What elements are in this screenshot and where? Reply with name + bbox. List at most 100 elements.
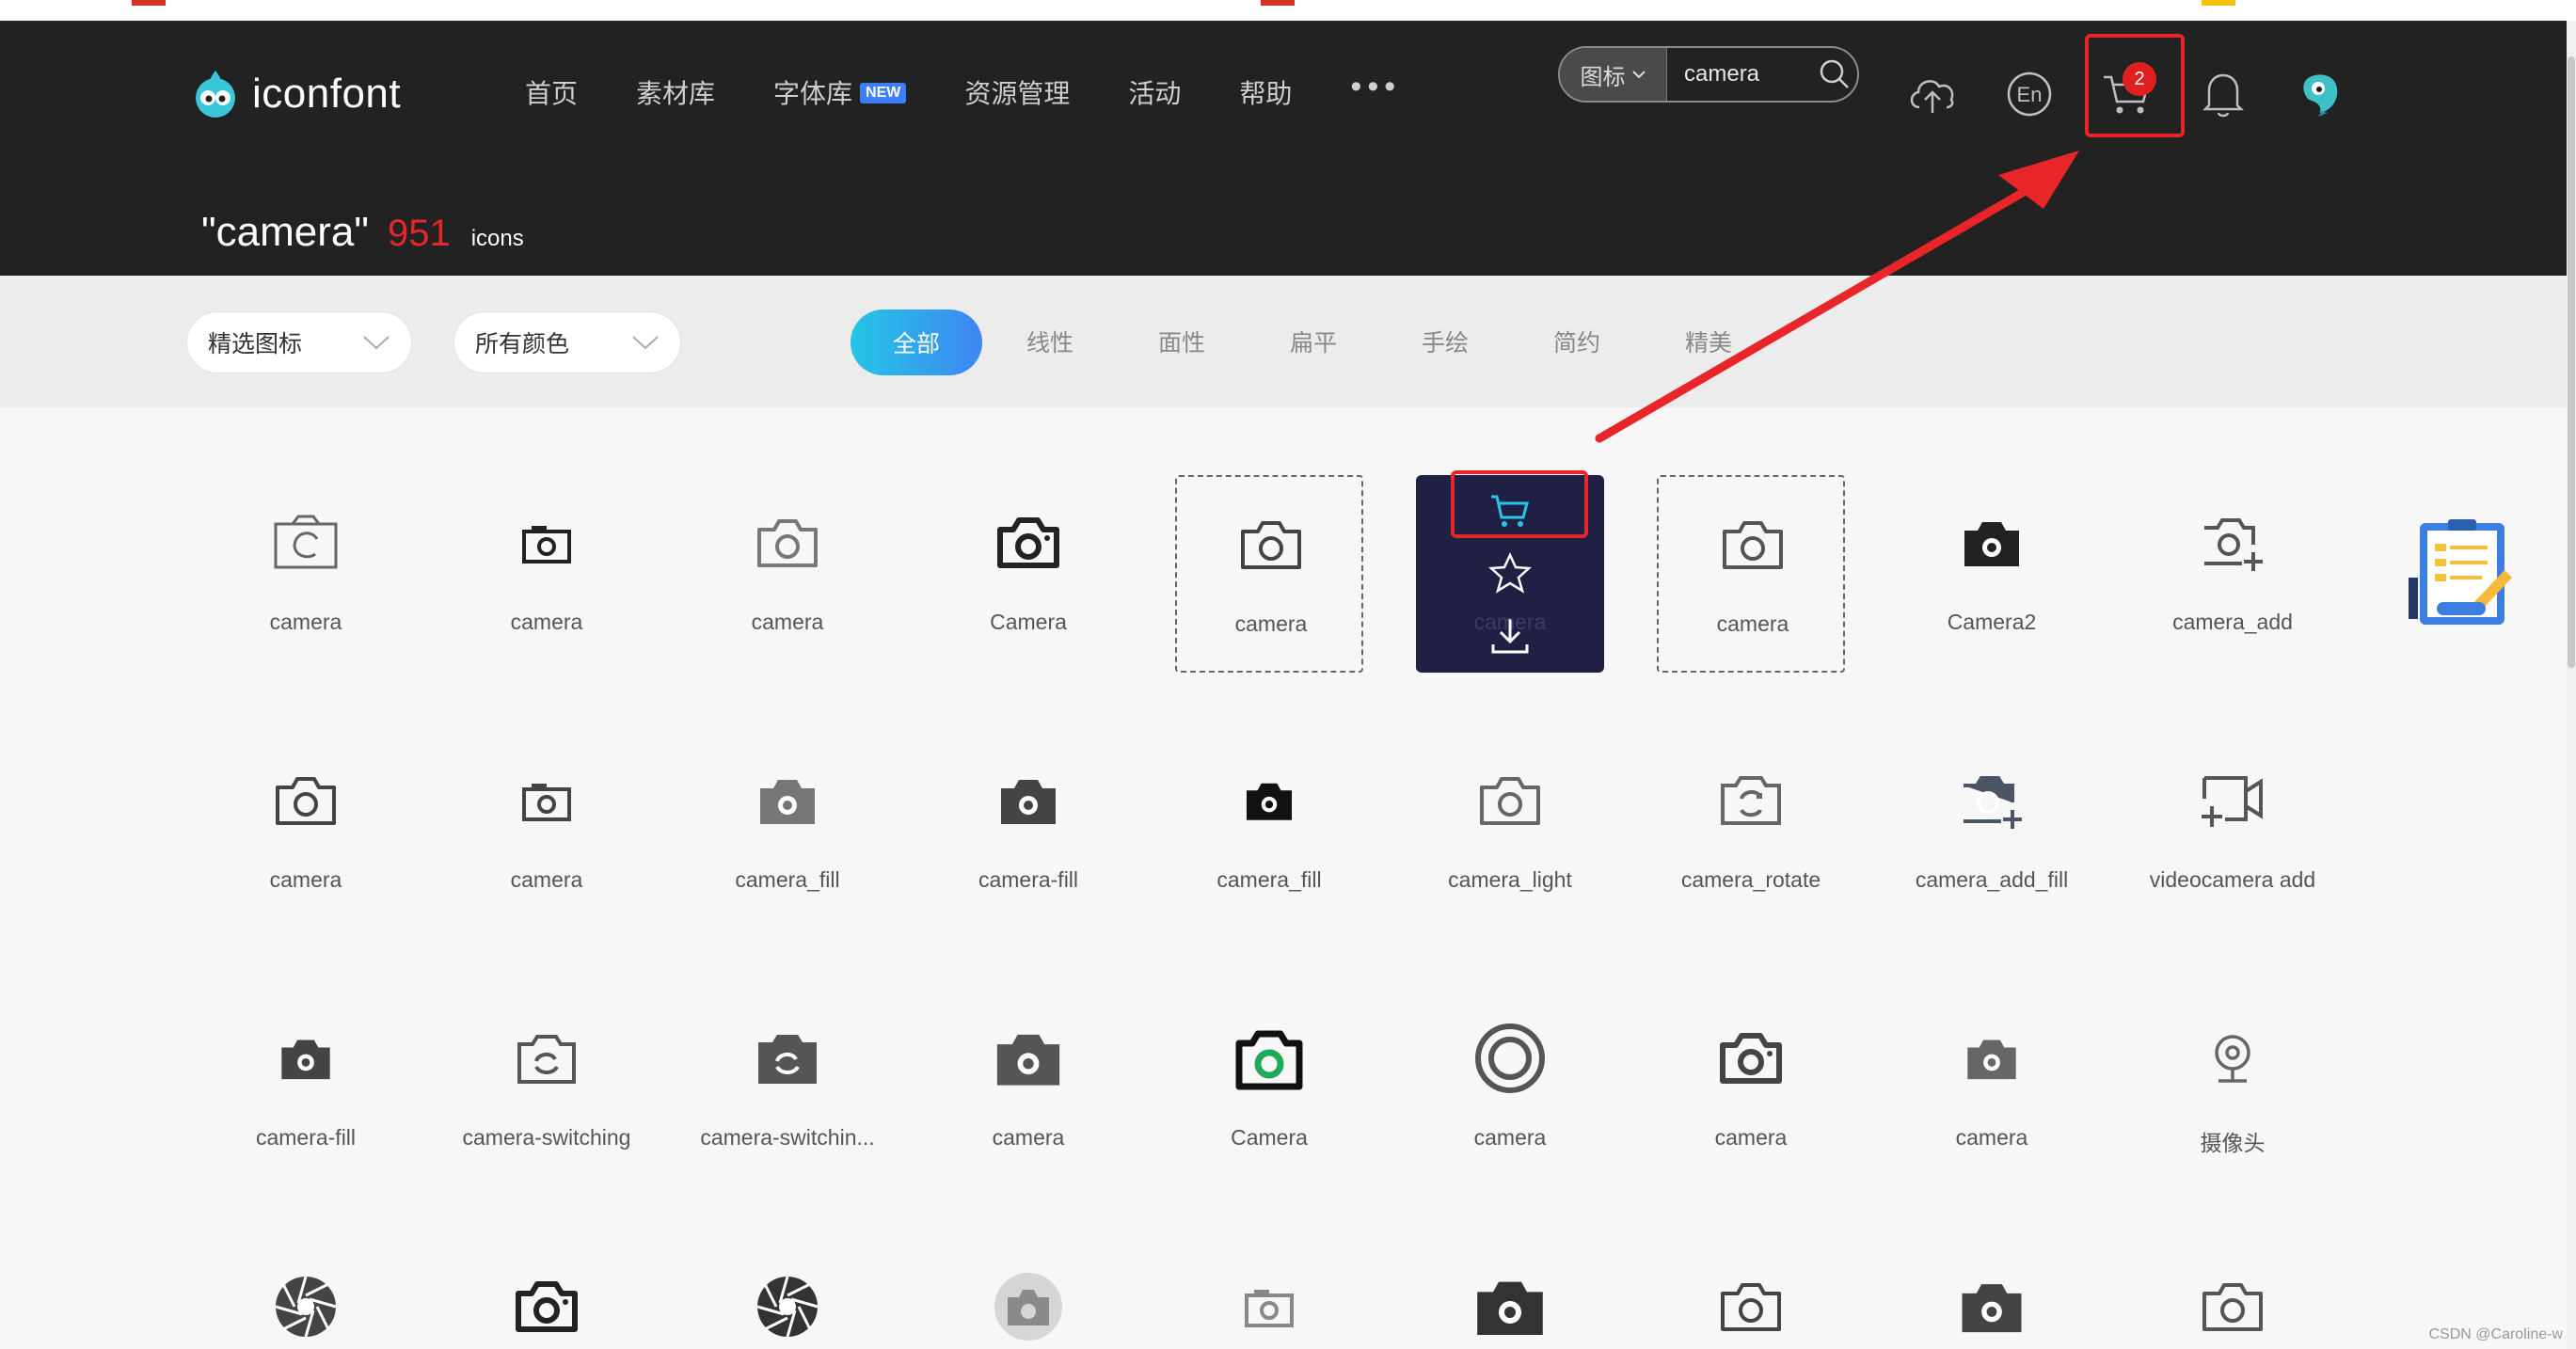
- search-type-select[interactable]: 图标: [1560, 48, 1667, 101]
- results-count: 951: [387, 213, 451, 254]
- icon-label: camera_add_fill: [1915, 867, 2069, 892]
- icon-card[interactable]: camera-fill: [934, 733, 1122, 930]
- icon-label: Camera: [990, 610, 1067, 634]
- icon-card[interactable]: camera: [1657, 991, 1845, 1188]
- upload-icon: [1910, 80, 1954, 113]
- camera-icon: [934, 498, 1122, 588]
- icon-label: camera_light: [1448, 867, 1572, 892]
- page: iconfont 首页 素材库 字体库 NEW 资源管理 活动 帮助 ••• 图标: [0, 0, 2576, 1349]
- icon-card[interactable]: camera_fill: [693, 733, 882, 930]
- nav-item-help[interactable]: 帮助: [1239, 73, 1292, 111]
- nav-item-activities[interactable]: 活动: [1128, 73, 1181, 111]
- icon-card[interactable]: camera: [1898, 991, 2086, 1188]
- camera-icon: [934, 1262, 1122, 1349]
- icon-card[interactable]: videocamera add: [2139, 733, 2327, 930]
- camera-icon: [1416, 755, 1604, 846]
- camera-icon: [453, 755, 641, 846]
- camera-icon: [1416, 1262, 1604, 1349]
- feedback-illustration[interactable]: [2407, 519, 2518, 630]
- icon-label: camera: [751, 610, 824, 634]
- icon-card[interactable]: camera_fill: [1175, 733, 1363, 930]
- icon-card[interactable]: [212, 1250, 400, 1349]
- icon-label: Camera: [1231, 1125, 1308, 1150]
- camera-icon: [1416, 1013, 1604, 1103]
- language-button[interactable]: En: [2003, 68, 2056, 120]
- camera-icon: [2139, 755, 2327, 846]
- icon-card[interactable]: [934, 1250, 1122, 1349]
- nav-item-materials[interactable]: 素材库: [636, 73, 715, 111]
- icon-card[interactable]: camera: [212, 733, 400, 930]
- icon-card[interactable]: [1175, 1250, 1363, 1349]
- style-tab-all[interactable]: 全部: [851, 309, 982, 375]
- icon-card[interactable]: camera_add_fill: [1898, 733, 2086, 930]
- icon-card[interactable]: [453, 1250, 641, 1349]
- watermark: CSDN @Caroline-w: [2428, 1326, 2564, 1342]
- icon-card[interactable]: camera: [453, 475, 641, 673]
- camera-icon: [693, 498, 882, 588]
- camera-icon: [453, 498, 641, 588]
- style-tab-flat[interactable]: 扁平: [1290, 325, 1337, 358]
- nav-more-button[interactable]: •••: [1350, 71, 1401, 103]
- add-to-cart-highlight-box: [1451, 470, 1588, 538]
- favorite-button[interactable]: [1416, 552, 1604, 594]
- icon-card[interactable]: camera_add: [2139, 475, 2327, 673]
- camera-icon: [1898, 1262, 2086, 1349]
- style-tab-exquisite[interactable]: 精美: [1685, 325, 1732, 358]
- camera-icon: [212, 755, 400, 846]
- style-tab-handdrawn[interactable]: 手绘: [1422, 325, 1469, 358]
- camera-icon: [1898, 1013, 2086, 1103]
- icon-card[interactable]: [693, 1250, 882, 1349]
- camera-icon: [453, 1013, 641, 1103]
- style-tab-filled[interactable]: 面性: [1158, 325, 1205, 358]
- icon-label: camera: [992, 1125, 1065, 1150]
- camera-icon: [212, 498, 400, 588]
- icon-card[interactable]: camera: [1657, 475, 1845, 673]
- icon-card[interactable]: camera: [453, 733, 641, 930]
- icon-card[interactable]: camera_rotate: [1657, 733, 1845, 930]
- icon-card[interactable]: Camera2: [1898, 475, 2086, 673]
- upload-button[interactable]: [1906, 68, 1959, 120]
- dropdown-label: 精选图标: [208, 331, 303, 357]
- icon-card[interactable]: camera-fill: [212, 991, 400, 1188]
- camera-icon: [212, 1262, 400, 1349]
- icon-card[interactable]: Camera: [1175, 991, 1363, 1188]
- nav-item-resources[interactable]: 资源管理: [964, 73, 1070, 111]
- icon-card[interactable]: camera_light: [1416, 733, 1604, 930]
- bell-icon: [2202, 73, 2244, 118]
- avatar[interactable]: [2294, 68, 2346, 120]
- nav-item-home[interactable]: 首页: [525, 73, 578, 111]
- dropdown-label: 所有颜色: [475, 331, 570, 357]
- search-input[interactable]: [1667, 61, 1812, 87]
- logo[interactable]: iconfont: [188, 64, 401, 124]
- nav-item-fonts-label: 字体库: [773, 79, 853, 108]
- icon-card[interactable]: camera-switching: [453, 991, 641, 1188]
- icon-card[interactable]: [1898, 1250, 2086, 1349]
- camera-icon: [453, 1262, 641, 1349]
- scrollbar-thumb[interactable]: [2568, 56, 2575, 668]
- camera-icon: [1898, 498, 2086, 588]
- color-dropdown[interactable]: 所有颜色: [453, 311, 681, 373]
- icon-card[interactable]: camera: [212, 475, 400, 673]
- style-tab-simple[interactable]: 简约: [1553, 325, 1600, 358]
- icon-card[interactable]: 摄像头: [2139, 991, 2327, 1188]
- icon-card[interactable]: Camera: [934, 475, 1122, 673]
- nav-item-fonts[interactable]: 字体库 NEW: [773, 73, 907, 111]
- icon-label: camera: [1473, 610, 1547, 634]
- main-nav: 首页 素材库 字体库 NEW 资源管理 活动 帮助 •••: [525, 71, 1401, 111]
- icon-card[interactable]: [1416, 1250, 1604, 1349]
- chevron-down-icon: [1631, 71, 1646, 79]
- icon-label: camera_add: [2172, 610, 2293, 634]
- icon-label: camera: [269, 610, 342, 634]
- icon-card[interactable]: camera: [934, 991, 1122, 1188]
- icon-category-dropdown[interactable]: 精选图标: [186, 311, 412, 373]
- style-tab-linear[interactable]: 线性: [1026, 325, 1073, 358]
- language-icon: En: [2007, 71, 2052, 117]
- icon-card[interactable]: camera: [693, 475, 882, 673]
- icon-card[interactable]: [2139, 1250, 2327, 1349]
- icon-card[interactable]: [1657, 1250, 1845, 1349]
- icon-card[interactable]: camera: [1175, 475, 1363, 673]
- notifications-button[interactable]: [2197, 68, 2250, 120]
- search-button[interactable]: [1812, 48, 1857, 101]
- icon-card[interactable]: camera: [1416, 991, 1604, 1188]
- icon-card[interactable]: camera-switchin...: [693, 991, 882, 1188]
